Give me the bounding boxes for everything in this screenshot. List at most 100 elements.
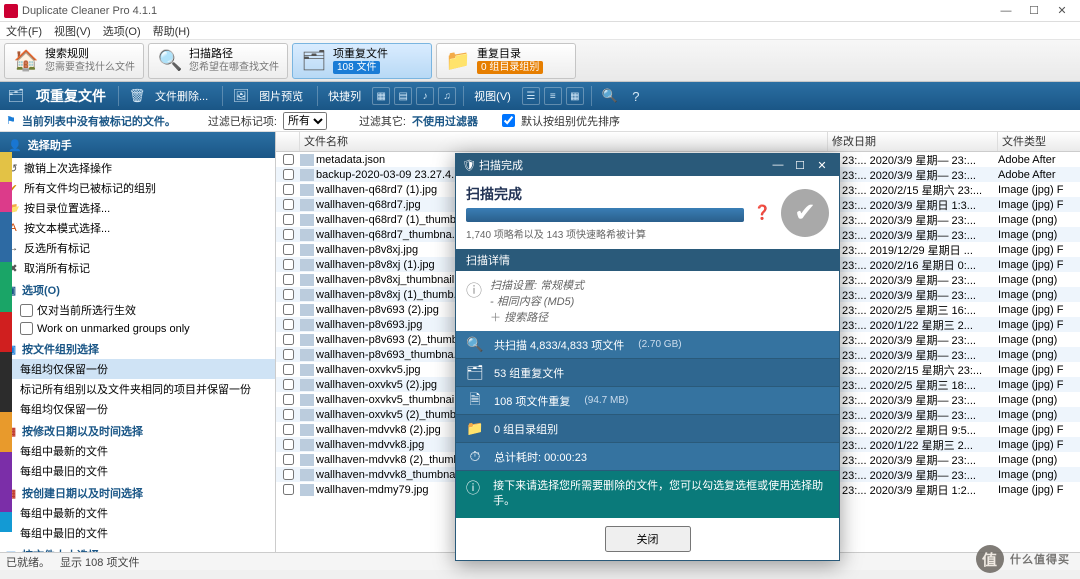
row-checkbox[interactable] (283, 214, 294, 225)
row-checkbox[interactable] (283, 439, 294, 450)
filter-sort-label: 默认按组别优先排序 (521, 113, 620, 129)
status-ready: 已就绪。 (6, 554, 50, 570)
row-checkbox[interactable] (283, 424, 294, 435)
row-checkbox[interactable] (283, 184, 294, 195)
trash-icon[interactable]: 🗑 (125, 85, 149, 107)
sidebar-mod-item-1[interactable]: 每组中最旧的文件 (0, 461, 275, 481)
toolbar-heading: 项重复文件 (30, 86, 112, 106)
sidebar-action-1[interactable]: ✔所有文件均已被标记的组别 (0, 178, 275, 198)
sidebar-action-0[interactable]: ↺撤销上次选择操作 (0, 158, 275, 178)
filter-marked-label: 过滤已标记项: (208, 113, 277, 129)
sidebar-create-item-0[interactable]: 每组中最新的文件 (0, 503, 275, 523)
dialog-close-x[interactable]: ✕ (811, 159, 833, 172)
view-grid-icon[interactable]: ▦ (566, 87, 584, 105)
sidebar-group-item-0[interactable]: 每组均仅保留一份 (0, 359, 275, 379)
col-btn-3[interactable]: ♪ (416, 87, 434, 105)
col-btn-4[interactable]: ♫ (438, 87, 456, 105)
nav-tab-2[interactable]: 🗂项重复文件108 文件 (292, 43, 432, 79)
sidebar-group-item-2[interactable]: 每组均仅保留一份 (0, 399, 275, 419)
row-checkbox[interactable] (283, 304, 294, 315)
preview-button[interactable]: 图片预览 (255, 88, 311, 104)
menu-help[interactable]: 帮助(H) (153, 23, 190, 39)
filter-bar: ⚑ 当前列表中没有被标记的文件。 过滤已标记项: 所有 过滤其它: 不使用过滤器… (0, 110, 1080, 132)
row-checkbox[interactable] (283, 259, 294, 270)
filter-marked-select[interactable]: 所有 (283, 112, 327, 130)
view-menu-button[interactable]: 视图(V) (470, 88, 519, 104)
folder-icon: 🗂 (4, 85, 28, 107)
row-checkbox[interactable] (283, 199, 294, 210)
row-checkbox[interactable] (283, 454, 294, 465)
sidebar-group-item-1[interactable]: 标记所有组别以及文件夹相同的项目并保留一份 (0, 379, 275, 399)
plus-icon[interactable]: ＋ (490, 312, 501, 324)
minimize-button[interactable]: — (992, 1, 1020, 21)
row-checkbox[interactable] (283, 379, 294, 390)
row-checkbox[interactable] (283, 349, 294, 360)
close-button[interactable]: ✕ (1048, 1, 1076, 21)
row-checkbox[interactable] (283, 484, 294, 495)
image-icon[interactable]: 🖼 (229, 85, 253, 107)
sidebar-mod-item-0[interactable]: 每组中最新的文件 (0, 441, 275, 461)
view-list-icon[interactable]: ☰ (522, 87, 540, 105)
row-checkbox[interactable] (283, 364, 294, 375)
view-detail-icon[interactable]: ≡ (544, 87, 562, 105)
nav-tab-3[interactable]: 📁重复目录0 组目录组别 (436, 43, 576, 79)
search-icon[interactable]: 🔍 (598, 85, 622, 107)
dialog-subtext: 1,740 项略希以及 143 项快速略希被计算 (466, 226, 744, 241)
sidebar-option-0[interactable]: 仅对当前所选行生效 (0, 300, 275, 320)
nav-tab-0[interactable]: 🏠搜索规则您需要查找什么文件 (4, 43, 144, 79)
filter-other-value: 不使用过滤器 (412, 113, 478, 129)
window-title: Duplicate Cleaner Pro 4.1.1 (22, 5, 992, 17)
dialog-minimize[interactable]: — (767, 159, 789, 171)
dialog-section-header: 扫描详情 (456, 249, 839, 271)
col-btn-1[interactable]: ▦ (372, 87, 390, 105)
row-checkbox[interactable] (283, 319, 294, 330)
dialog-stat-row-2: 🗎108 项文件重复(94.7 MB) (456, 387, 839, 415)
dialog-title: 扫描完成 (479, 157, 523, 173)
dialog-stat-row-4: ⏱总计耗时: 00:00:23 (456, 443, 839, 471)
menu-options[interactable]: 选项(O) (103, 23, 141, 39)
dialog-stat-row-3: 📁0 组目录组别 (456, 415, 839, 443)
scan-complete-dialog: 🛡 扫描完成 — ☐ ✕ 扫描完成 1,740 项略希以及 143 项快速略希被… (455, 153, 840, 561)
row-checkbox[interactable] (283, 394, 294, 405)
row-checkbox[interactable] (283, 154, 294, 165)
sidebar-cat-createdate: ▦按创建日期以及时间选择 (0, 481, 275, 503)
col-btn-2[interactable]: ▤ (394, 87, 412, 105)
sidebar-option-1[interactable]: Work on unmarked groups only (0, 320, 275, 337)
col-type[interactable]: 文件类型 (998, 132, 1080, 151)
delete-button[interactable]: 文件删除... (151, 88, 216, 104)
dialog-app-icon: 🛡 (462, 159, 476, 172)
row-checkbox[interactable] (283, 469, 294, 480)
help-icon[interactable]: ? (624, 85, 648, 107)
nav-tabs: 🏠搜索规则您需要查找什么文件🔍扫描路径您希望在哪查找文件🗂项重复文件108 文件… (0, 40, 1080, 82)
filter-sort-checkbox[interactable] (502, 114, 515, 127)
dialog-close-button[interactable]: 关闭 (605, 526, 691, 552)
sidebar-action-5[interactable]: ✖取消所有标记 (0, 258, 275, 278)
menu-file[interactable]: 文件(F) (6, 23, 42, 39)
help-small-icon[interactable]: ❓ (754, 204, 771, 221)
row-checkbox[interactable] (283, 334, 294, 345)
col-filename[interactable]: 文件名称 (300, 132, 828, 151)
row-checkbox[interactable] (283, 289, 294, 300)
row-checkbox[interactable] (283, 274, 294, 285)
dialog-maximize[interactable]: ☐ (789, 159, 811, 172)
col-moddate[interactable]: 修改日期 (828, 132, 998, 151)
filter-flag-text: 当前列表中没有被标记的文件。 (22, 113, 176, 129)
dialog-titlebar[interactable]: 🛡 扫描完成 — ☐ ✕ (456, 154, 839, 176)
row-checkbox[interactable] (283, 229, 294, 240)
quick-column-button[interactable]: 快捷列 (324, 88, 369, 104)
sidebar-action-3[interactable]: A按文本模式选择... (0, 218, 275, 238)
app-icon (4, 4, 18, 18)
sidebar-create-item-1[interactable]: 每组中最旧的文件 (0, 523, 275, 543)
row-checkbox[interactable] (283, 169, 294, 180)
sidebar-action-2[interactable]: 📂按目录位置选择... (0, 198, 275, 218)
dialog-scan-settings: ⓘ 扫描设置: 常规模式 - 相同内容 (MD5) ＋ 搜索路径 (456, 271, 839, 331)
desktop-edge (0, 152, 12, 532)
tip-info-icon: ⓘ (466, 479, 483, 510)
row-checkbox[interactable] (283, 244, 294, 255)
maximize-button[interactable]: ☐ (1020, 1, 1048, 21)
check-icon: ✔ (781, 189, 829, 237)
sidebar-action-4[interactable]: ↔反选所有标记 (0, 238, 275, 258)
row-checkbox[interactable] (283, 409, 294, 420)
menu-view[interactable]: 视图(V) (54, 23, 91, 39)
nav-tab-1[interactable]: 🔍扫描路径您希望在哪查找文件 (148, 43, 288, 79)
